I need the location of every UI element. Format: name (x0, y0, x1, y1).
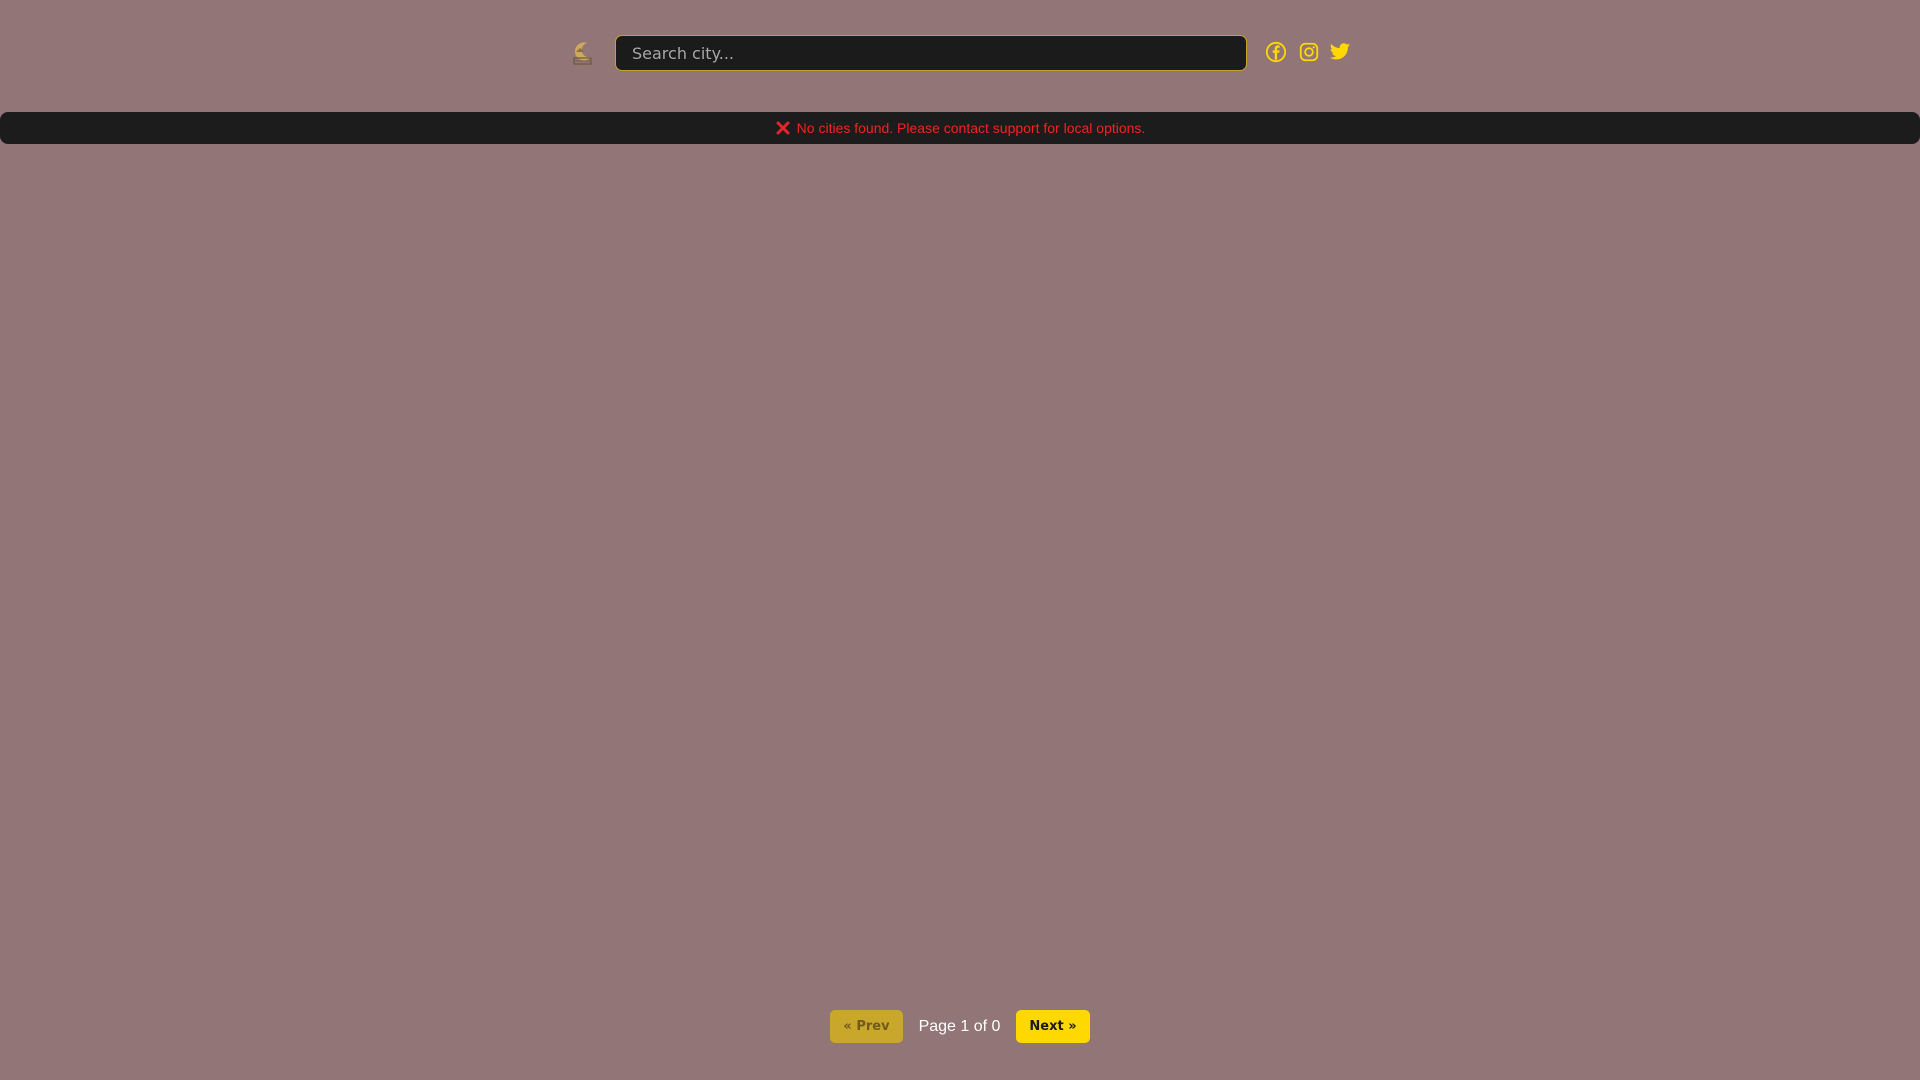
facebook-icon[interactable] (1264, 40, 1288, 64)
search-input[interactable] (615, 35, 1247, 71)
twitter-icon[interactable] (1328, 40, 1352, 64)
error-banner: No cities found. Please contact support … (0, 112, 1920, 144)
moon-house-logo-icon[interactable] (570, 40, 594, 66)
cross-mark-icon (775, 120, 791, 136)
instagram-icon[interactable] (1297, 40, 1321, 64)
next-page-button[interactable]: Next » (1016, 1010, 1090, 1043)
prev-page-button[interactable]: « Prev (830, 1010, 903, 1043)
error-message: No cities found. Please contact support … (796, 120, 1146, 136)
page-indicator: Page 1 of 0 (918, 1018, 1001, 1035)
header (0, 34, 1920, 74)
pagination: « Prev Page 1 of 0 Next » (0, 1010, 1920, 1043)
